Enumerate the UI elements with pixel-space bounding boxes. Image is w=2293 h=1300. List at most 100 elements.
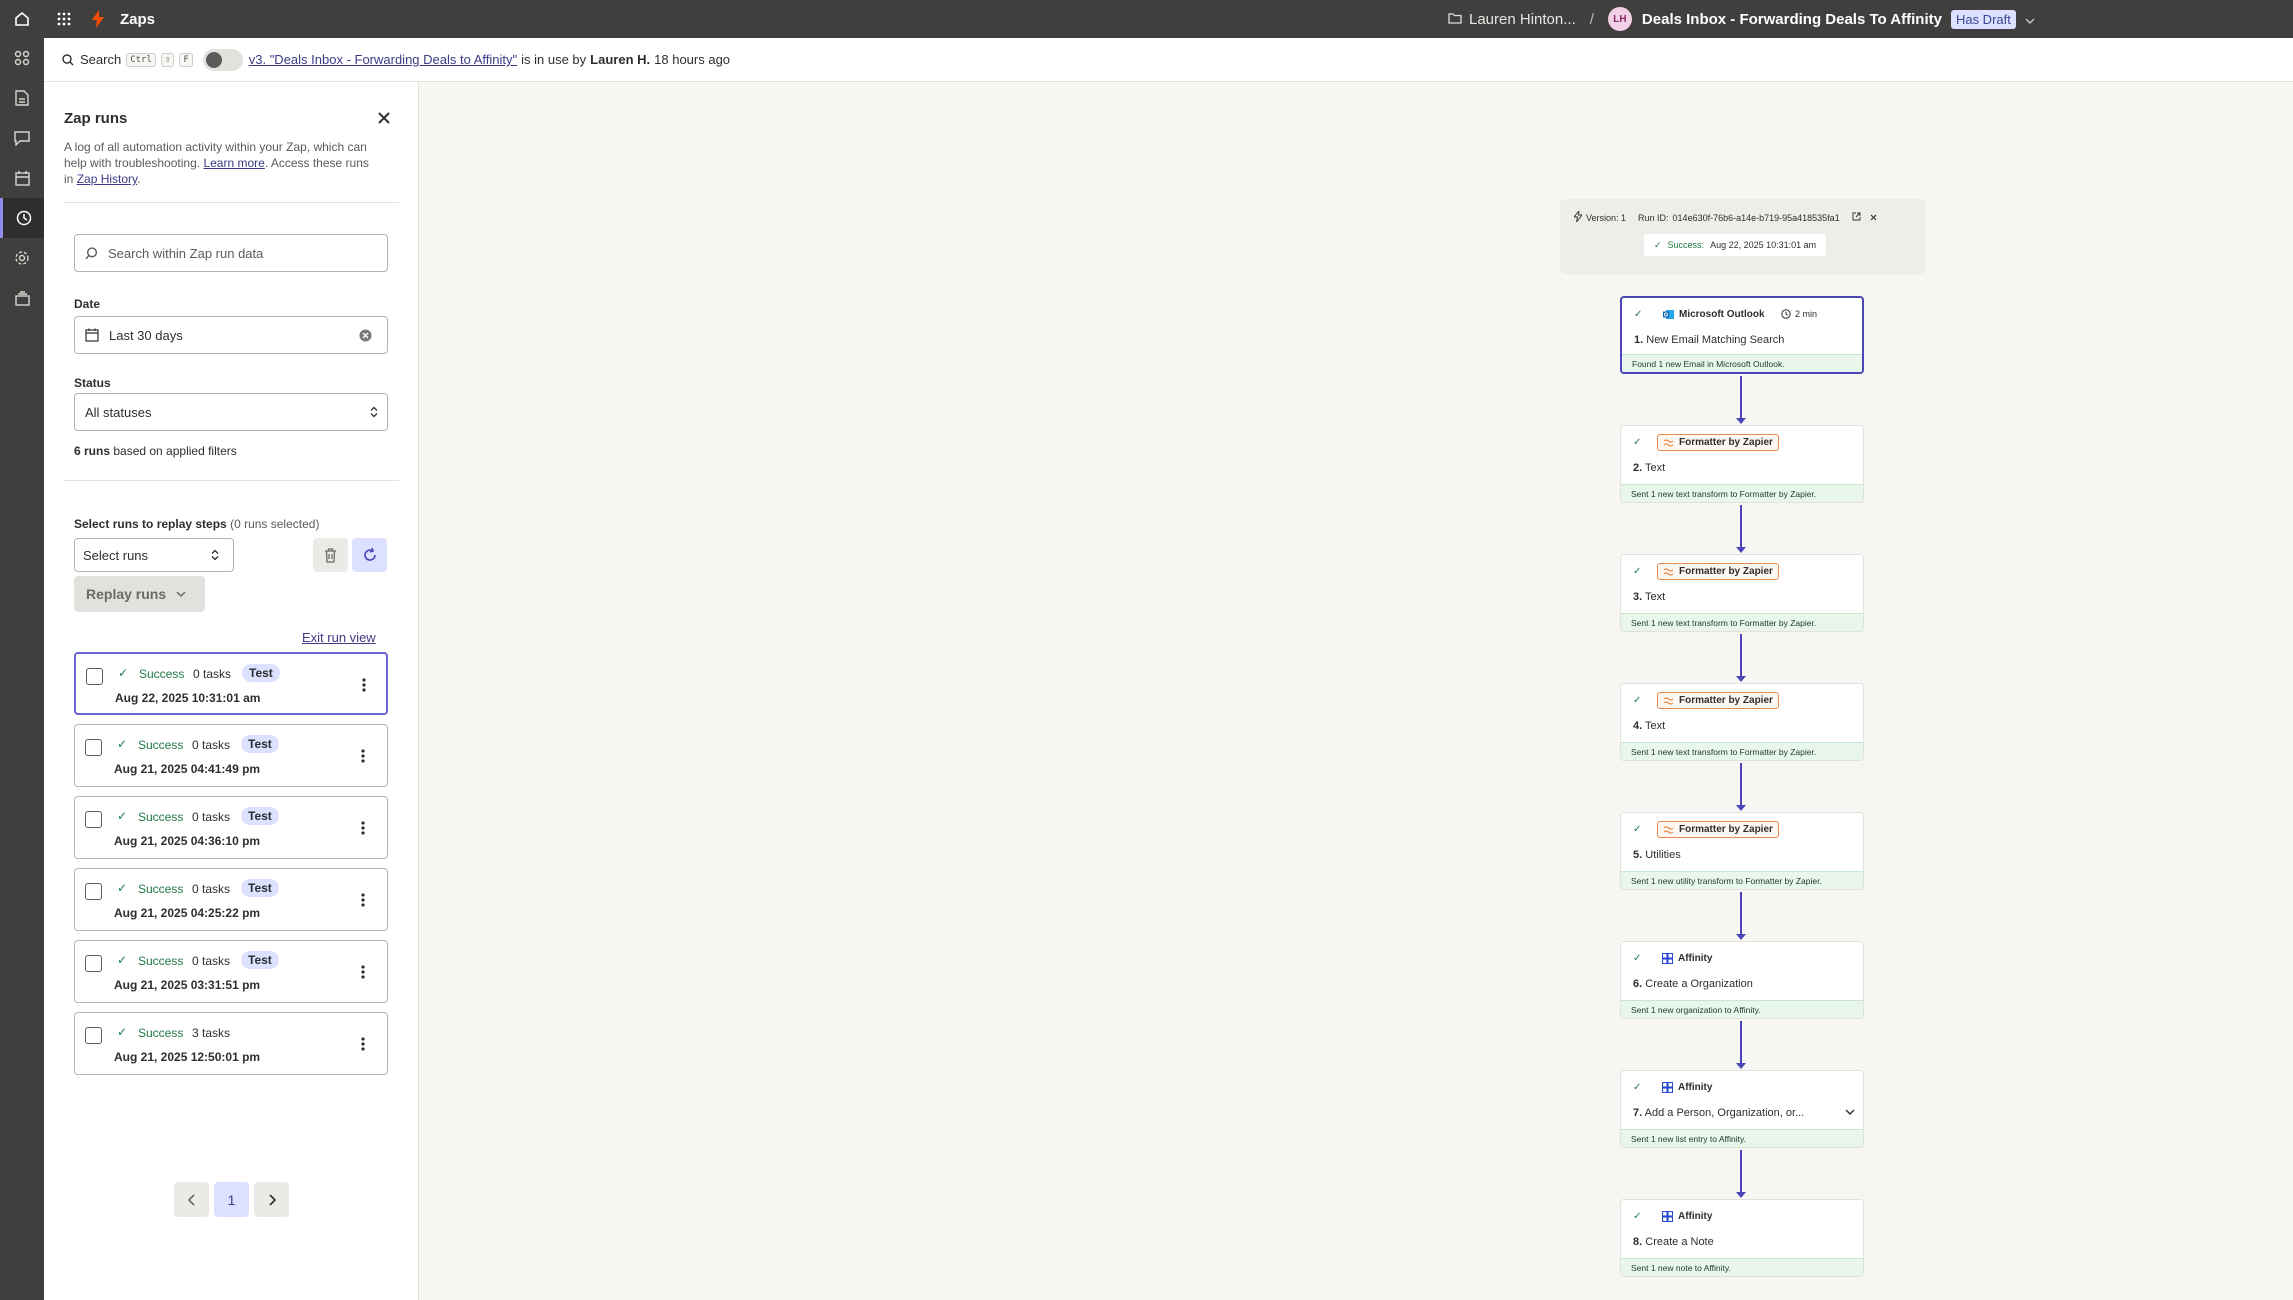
calendar-icon — [85, 328, 99, 342]
more-options-icon[interactable] — [355, 1033, 371, 1055]
formatter-icon — [1663, 824, 1674, 835]
more-options-icon[interactable] — [356, 674, 372, 696]
connector-arrow — [1736, 1063, 1746, 1069]
run-search-input[interactable]: Search within Zap run data — [74, 234, 388, 272]
global-search-button[interactable]: Search — [62, 52, 121, 67]
step-connector — [1740, 634, 1742, 676]
check-icon: ✓ — [1633, 953, 1642, 964]
zap-history-link[interactable]: Zap History — [77, 172, 137, 186]
check-icon: ✓ — [1633, 437, 1642, 448]
step-app: Formatter by Zapier — [1657, 434, 1779, 451]
step-app: Affinity — [1657, 950, 1717, 967]
run-card[interactable]: ✓ Success 0 tasks Test Aug 21, 2025 03:3… — [74, 940, 388, 1003]
zap-canvas[interactable] — [420, 82, 2293, 1300]
close-icon[interactable] — [1870, 213, 1877, 223]
more-options-icon[interactable] — [355, 817, 371, 839]
delete-runs-button[interactable] — [313, 538, 348, 572]
replay-runs-button[interactable]: Replay runs — [74, 576, 205, 612]
step-footer: Sent 1 new utility transform to Formatte… — [1621, 871, 1863, 889]
kbd-ctrl: Ctrl — [126, 52, 156, 67]
close-icon[interactable] — [374, 108, 394, 128]
bolt-icon — [1573, 209, 1583, 224]
search-icon — [85, 246, 98, 259]
run-checkbox[interactable] — [85, 739, 102, 756]
nav-editor-icon[interactable] — [0, 38, 44, 78]
check-icon: ✓ — [1633, 1211, 1642, 1222]
test-badge: Test — [241, 879, 279, 897]
version-link[interactable]: v3. "Deals Inbox - Forwarding Deals to A… — [249, 52, 517, 67]
step-node[interactable]: ✓ Formatter by Zapier 5. Utilities Sent … — [1620, 812, 1864, 890]
more-options-icon[interactable] — [355, 745, 371, 767]
nav-settings-icon[interactable] — [0, 238, 44, 278]
step-footer: Sent 1 new text transform to Formatter b… — [1621, 484, 1863, 502]
select-runs-dropdown[interactable]: Select runs — [74, 538, 234, 572]
step-app: Formatter by Zapier — [1657, 821, 1779, 838]
check-icon: ✓ — [1633, 824, 1642, 835]
run-card[interactable]: ✓ Success 0 tasks Test Aug 22, 2025 10:3… — [74, 652, 388, 715]
step-title: 6. Create a Organization — [1633, 978, 1753, 990]
page-1-button[interactable]: 1 — [214, 1182, 249, 1217]
nav-comments-icon[interactable] — [0, 118, 44, 158]
step-connector — [1740, 1150, 1742, 1192]
zap-name[interactable]: Deals Inbox - Forwarding Deals To Affini… — [1642, 11, 1942, 28]
run-checkbox[interactable] — [85, 811, 102, 828]
step-title: 5. Utilities — [1633, 849, 1681, 861]
step-node[interactable]: ✓ Formatter by Zapier 3. Text Sent 1 new… — [1620, 554, 1864, 632]
step-node[interactable]: ✓ Affinity 6. Create a Organization Sent… — [1620, 941, 1864, 1019]
in-use-user: Lauren H. — [590, 52, 651, 67]
app-title[interactable]: Zaps — [120, 11, 155, 28]
step-node[interactable]: ✓ Formatter by Zapier 2. Text Sent 1 new… — [1620, 425, 1864, 503]
nav-versions-icon[interactable] — [0, 278, 44, 318]
step-node[interactable]: ✓ Affinity 8. Create a Note Sent 1 new n… — [1620, 1199, 1864, 1277]
learn-more-link[interactable]: Learn more — [203, 156, 264, 170]
refresh-button[interactable] — [352, 538, 387, 572]
prev-page-button[interactable] — [174, 1182, 209, 1217]
open-external-icon[interactable] — [1852, 212, 1861, 223]
step-number: 3. — [1633, 591, 1643, 603]
step-title: 4. Text — [1633, 720, 1665, 732]
outlook-icon — [1663, 309, 1674, 320]
next-page-button[interactable] — [254, 1182, 289, 1217]
select-arrows-icon — [370, 406, 378, 418]
run-card[interactable]: ✓ Success 3 tasks Aug 21, 2025 12:50:01 … — [74, 1012, 388, 1075]
step-app: Formatter by Zapier — [1657, 563, 1779, 580]
run-card[interactable]: ✓ Success 0 tasks Test Aug 21, 2025 04:3… — [74, 796, 388, 859]
nav-history-icon[interactable] — [0, 198, 44, 238]
step-node[interactable]: ✓ Affinity 7. Add a Person, Organization… — [1620, 1070, 1864, 1148]
run-checkbox[interactable] — [85, 1027, 102, 1044]
date-filter[interactable]: Last 30 days — [74, 316, 388, 354]
status-select[interactable]: All statuses — [74, 393, 388, 431]
run-status-time: Aug 22, 2025 10:31:01 am — [1710, 240, 1817, 250]
folder-owner-link[interactable]: Lauren Hinton... — [1469, 11, 1576, 28]
run-checkbox[interactable] — [85, 955, 102, 972]
run-checkbox[interactable] — [85, 883, 102, 900]
step-footer: Sent 1 new note to Affinity. — [1621, 1258, 1863, 1276]
apps-grid-icon[interactable] — [44, 0, 84, 38]
check-icon: ✓ — [117, 809, 128, 823]
home-icon[interactable] — [0, 0, 44, 38]
exit-run-view-link[interactable]: Exit run view — [302, 630, 376, 645]
nav-details-icon[interactable] — [0, 78, 44, 118]
run-date: Aug 21, 2025 04:41:49 pm — [114, 762, 261, 776]
run-date: Aug 21, 2025 04:25:22 pm — [114, 906, 261, 920]
more-options-icon[interactable] — [355, 961, 371, 983]
step-node[interactable]: ✓ Microsoft Outlook 2 min 1. New Email M… — [1620, 296, 1864, 374]
step-number: 4. — [1633, 720, 1643, 732]
chevron-down-icon[interactable] — [2025, 11, 2035, 28]
step-node[interactable]: ✓ Formatter by Zapier 4. Text Sent 1 new… — [1620, 683, 1864, 761]
run-checkbox[interactable] — [86, 668, 103, 685]
run-status: Success — [138, 1026, 184, 1040]
check-icon: ✓ — [118, 666, 129, 680]
test-badge: Test — [242, 664, 280, 682]
step-app-name: Microsoft Outlook — [1679, 309, 1765, 320]
desc-text-3: . — [137, 172, 141, 186]
zap-on-off-toggle[interactable] — [202, 48, 243, 71]
select-runs-label: Select runs — [83, 547, 149, 563]
run-card[interactable]: ✓ Success 0 tasks Test Aug 21, 2025 04:2… — [74, 868, 388, 931]
more-options-icon[interactable] — [355, 889, 371, 911]
clear-icon[interactable] — [359, 329, 372, 342]
chevron-down-icon[interactable] — [1845, 1107, 1855, 1117]
nav-calendar-icon[interactable] — [0, 158, 44, 198]
run-card[interactable]: ✓ Success 0 tasks Test Aug 21, 2025 04:4… — [74, 724, 388, 787]
step-app-name: Affinity — [1678, 1082, 1713, 1093]
